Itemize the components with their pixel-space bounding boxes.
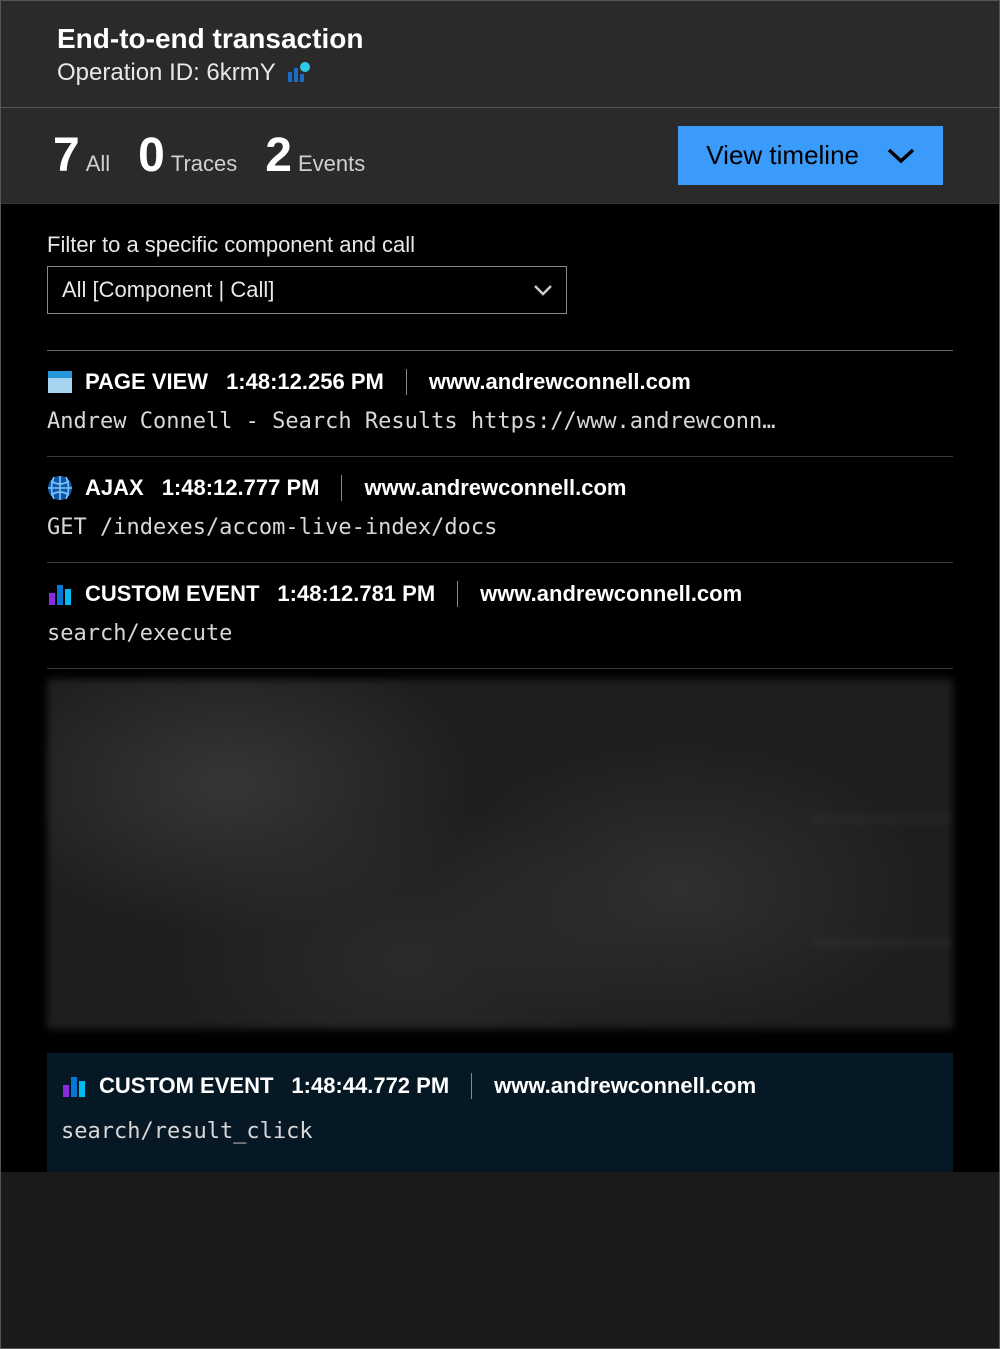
event-host: www.andrewconnell.com — [364, 475, 626, 501]
event-time: 1:48:12.781 PM — [277, 581, 435, 607]
page-title: End-to-end transaction — [57, 23, 943, 55]
filter-select[interactable]: All [Component | Call] — [47, 266, 567, 314]
bar-chart-icon — [61, 1073, 87, 1099]
event-host: www.andrewconnell.com — [429, 369, 691, 395]
event-item-selected[interactable]: CUSTOM EVENT 1:48:44.772 PM www.andrewco… — [47, 1053, 953, 1172]
separator — [457, 581, 458, 607]
event-type: CUSTOM EVENT — [85, 581, 259, 607]
divider — [813, 819, 953, 820]
globe-icon — [47, 475, 73, 501]
separator — [406, 369, 407, 395]
event-header: AJAX 1:48:12.777 PM www.andrewconnell.co… — [47, 475, 953, 501]
event-item[interactable]: AJAX 1:48:12.777 PM www.andrewconnell.co… — [47, 457, 953, 563]
stat-all-count: 7 — [53, 128, 80, 183]
view-timeline-button[interactable]: View timeline — [678, 126, 943, 185]
event-host: www.andrewconnell.com — [480, 581, 742, 607]
page-view-icon — [47, 369, 73, 395]
stat-traces-label: Traces — [171, 151, 237, 177]
stats-group: 7 All 0 Traces 2 Events — [53, 128, 365, 183]
event-type: PAGE VIEW — [85, 369, 208, 395]
event-item[interactable]: CUSTOM EVENT 1:48:12.781 PM www.andrewco… — [47, 563, 953, 669]
event-type: AJAX — [85, 475, 144, 501]
divider — [813, 942, 953, 943]
filter-label: Filter to a specific component and call — [47, 232, 953, 258]
event-time: 1:48:12.256 PM — [226, 369, 384, 395]
stat-traces[interactable]: 0 Traces — [138, 128, 237, 183]
event-detail: search/result_click — [61, 1119, 939, 1144]
stat-events[interactable]: 2 Events — [265, 128, 365, 183]
stat-all-label: All — [86, 151, 110, 177]
operation-id: Operation ID: 6krmY — [57, 59, 276, 87]
stats-bar: 7 All 0 Traces 2 Events View timeline — [1, 108, 999, 204]
view-timeline-label: View timeline — [706, 140, 859, 171]
event-host: www.andrewconnell.com — [494, 1073, 756, 1099]
operation-row: Operation ID: 6krmY — [57, 59, 943, 87]
redacted-events-block — [47, 679, 953, 1029]
event-detail: search/execute — [47, 621, 953, 646]
event-time: 1:48:44.772 PM — [291, 1073, 449, 1099]
stat-all[interactable]: 7 All — [53, 128, 110, 183]
event-time: 1:48:12.777 PM — [162, 475, 320, 501]
bar-chart-icon — [47, 581, 73, 607]
stat-events-label: Events — [298, 151, 365, 177]
separator — [471, 1073, 472, 1099]
stat-traces-count: 0 — [138, 128, 165, 183]
event-header: CUSTOM EVENT 1:48:44.772 PM www.andrewco… — [61, 1073, 939, 1099]
event-header: PAGE VIEW 1:48:12.256 PM www.andrewconne… — [47, 369, 953, 395]
event-detail: GET /indexes/accom-live-index/docs — [47, 515, 953, 540]
panel-header: End-to-end transaction Operation ID: 6kr… — [1, 1, 999, 108]
event-detail: Andrew Connell - Search Results https://… — [47, 409, 953, 434]
event-item[interactable]: PAGE VIEW 1:48:12.256 PM www.andrewconne… — [47, 351, 953, 457]
app-insights-icon — [286, 62, 310, 84]
event-list: PAGE VIEW 1:48:12.256 PM www.andrewconne… — [47, 351, 953, 1172]
event-type: CUSTOM EVENT — [99, 1073, 273, 1099]
event-header: CUSTOM EVENT 1:48:12.781 PM www.andrewco… — [47, 581, 953, 607]
chevron-down-icon — [887, 148, 915, 164]
stat-events-count: 2 — [265, 128, 292, 183]
separator — [341, 475, 342, 501]
content-area: Filter to a specific component and call … — [1, 204, 999, 1172]
filter-selected-value: All [Component | Call] — [62, 277, 274, 303]
chevron-down-icon — [534, 285, 552, 296]
